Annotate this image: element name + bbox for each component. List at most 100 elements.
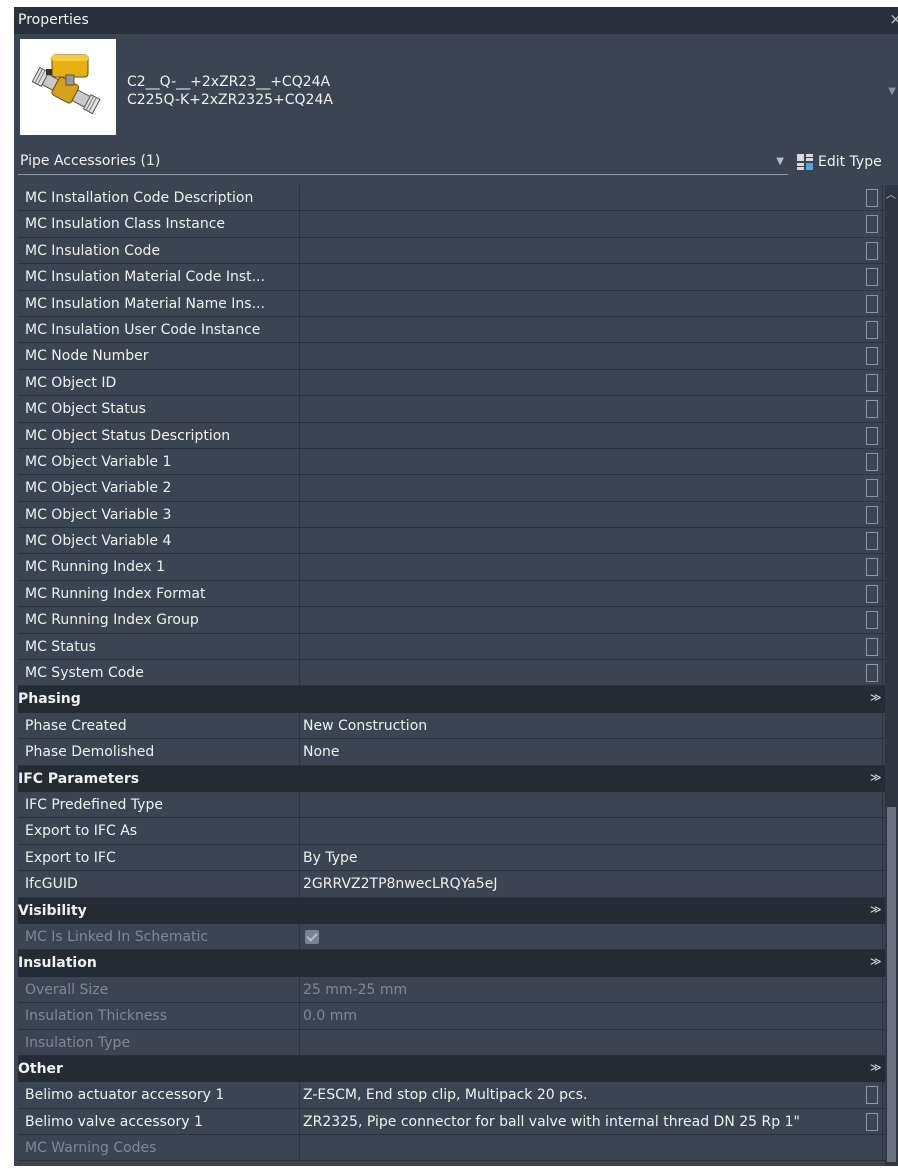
edit-type-button[interactable]: Edit Type	[796, 151, 882, 173]
property-row[interactable]: MC Insulation Material Code Inst...	[18, 264, 898, 291]
property-name: MC Object Status	[18, 396, 300, 422]
group-header-phasing[interactable]: Phasing ≫	[18, 686, 898, 713]
property-value[interactable]	[300, 475, 864, 500]
property-row[interactable]: MC Insulation User Code Instance	[18, 316, 898, 344]
associate-parameter-button[interactable]	[866, 426, 878, 445]
property-value[interactable]	[300, 502, 864, 527]
property-row[interactable]: MC Installation Code Description	[18, 185, 898, 212]
associate-parameter-button[interactable]	[866, 532, 878, 551]
property-value[interactable]	[300, 818, 864, 843]
associate-parameter-button[interactable]	[866, 611, 878, 630]
associate-parameter-button[interactable]	[866, 1112, 878, 1131]
property-row[interactable]: MC Insulation Code	[18, 237, 898, 265]
property-row[interactable]: MC Object Variable 2	[18, 475, 898, 502]
type-selector[interactable]: C2__Q-__+2xZR23__+CQ24A C225Q-K+2xZR2325…	[14, 34, 898, 147]
associate-parameter-button[interactable]	[866, 215, 878, 234]
property-value[interactable]	[300, 660, 864, 685]
associate-parameter-button[interactable]	[866, 584, 878, 603]
property-row[interactable]: Phase Demolished None	[18, 739, 898, 766]
scrollbar-thumb[interactable]	[887, 807, 896, 1162]
property-name: IfcGUID	[18, 871, 300, 897]
property-value[interactable]	[300, 370, 864, 395]
group-header-insulation[interactable]: Insulation ≫	[18, 950, 898, 977]
property-row[interactable]: MC Running Index Group	[18, 607, 898, 634]
property-name: MC Insulation Code	[18, 237, 300, 264]
property-value[interactable]	[300, 449, 864, 474]
associate-parameter-button[interactable]	[866, 241, 878, 260]
property-row[interactable]: MC Node Number	[18, 343, 898, 370]
property-value[interactable]: By Type	[300, 845, 864, 870]
property-name: Phase Demolished	[18, 739, 300, 765]
group-header-other[interactable]: Other ≫	[18, 1055, 898, 1083]
property-row[interactable]: IfcGUID 2GRRVZ2TP8nwecLRQYa5eJ	[18, 871, 898, 898]
property-row[interactable]: MC Insulation Material Name Ins...	[18, 290, 898, 317]
property-row[interactable]: MC Object ID	[18, 369, 898, 397]
property-value[interactable]	[300, 528, 864, 553]
property-value[interactable]	[300, 185, 864, 210]
close-icon[interactable]: ×	[889, 10, 898, 28]
associate-parameter-button[interactable]	[866, 479, 878, 498]
associate-parameter-button[interactable]	[866, 637, 878, 656]
property-value[interactable]: ZR2325, Pipe connector for ball valve wi…	[300, 1109, 864, 1134]
associate-parameter-button[interactable]	[866, 452, 878, 471]
chevron-up-icon[interactable]: ︿	[886, 186, 896, 201]
property-value[interactable]	[300, 291, 864, 316]
property-row[interactable]: Export to IFC By Type	[18, 844, 898, 872]
property-row[interactable]: MC Object Status	[18, 396, 898, 423]
associate-parameter-button[interactable]	[866, 294, 878, 313]
property-value[interactable]	[300, 792, 864, 817]
property-row[interactable]: MC System Code	[18, 660, 898, 687]
collapse-icon[interactable]: ≫	[870, 691, 882, 704]
associate-parameter-button[interactable]	[866, 1086, 878, 1105]
property-value[interactable]	[300, 343, 864, 368]
property-name: Insulation Thickness	[18, 1003, 300, 1029]
property-row[interactable]: MC Object Variable 3	[18, 501, 898, 529]
property-row[interactable]: Export to IFC As	[18, 818, 898, 845]
property-value[interactable]	[300, 238, 864, 263]
property-row[interactable]: Belimo valve accessory 1 ZR2325, Pipe con…	[18, 1108, 898, 1136]
associate-parameter-button[interactable]	[866, 558, 878, 577]
property-value[interactable]	[300, 264, 864, 289]
collapse-icon[interactable]: ≫	[870, 1061, 882, 1074]
associate-parameter-button[interactable]	[866, 189, 878, 207]
property-value[interactable]: New Construction	[300, 713, 864, 738]
property-value[interactable]	[300, 211, 864, 236]
property-row[interactable]: MC Status	[18, 633, 898, 661]
group-header-ifc-parameters[interactable]: IFC Parameters ≫	[18, 765, 898, 792]
property-value[interactable]	[300, 396, 864, 421]
collapse-icon[interactable]: ≫	[870, 771, 882, 784]
associate-parameter-button[interactable]	[866, 320, 878, 339]
category-filter-dropdown[interactable]: Pipe Accessories (1) ▼	[18, 150, 788, 175]
associate-parameter-button[interactable]	[866, 268, 878, 287]
property-value[interactable]	[300, 581, 864, 606]
property-value[interactable]	[300, 317, 864, 342]
property-value[interactable]	[300, 607, 864, 632]
column-divider	[882, 316, 883, 343]
associate-parameter-button[interactable]	[866, 664, 878, 683]
property-row[interactable]: MC Object Variable 1	[18, 448, 898, 476]
collapse-icon[interactable]: ≫	[870, 903, 882, 916]
property-value[interactable]	[300, 634, 864, 659]
property-value[interactable]: Z-ESCM, End stop clip, Multipack 20 pcs.	[300, 1082, 864, 1107]
property-row[interactable]: MC Object Variable 4	[18, 528, 898, 555]
property-row[interactable]: Belimo actuator accessory 1 Z-ESCM, End s…	[18, 1082, 898, 1109]
property-row[interactable]: Phase Created New Construction	[18, 712, 898, 740]
property-name: MC Insulation Material Code Inst...	[18, 264, 300, 290]
group-header-visibility[interactable]: Visibility ≫	[18, 897, 898, 924]
property-value[interactable]	[300, 423, 864, 448]
property-row[interactable]: IFC Predefined Type	[18, 791, 898, 819]
collapse-icon[interactable]: ≫	[870, 955, 882, 968]
property-row[interactable]: MC Insulation Class Instance	[18, 211, 898, 238]
property-row[interactable]: MC Running Index Format	[18, 580, 898, 608]
palette-titlebar[interactable]: Properties ×	[14, 7, 898, 34]
associate-parameter-button[interactable]	[866, 505, 878, 524]
chevron-down-icon[interactable]: ▼	[888, 86, 896, 97]
property-value[interactable]	[300, 554, 864, 579]
property-value[interactable]: None	[300, 739, 864, 764]
associate-parameter-button[interactable]	[866, 347, 878, 366]
property-row[interactable]: MC Running Index 1	[18, 554, 898, 581]
associate-parameter-button[interactable]	[866, 400, 878, 419]
property-row[interactable]: MC Object Status Description	[18, 422, 898, 449]
property-value[interactable]: 2GRRVZ2TP8nwecLRQYa5eJ	[300, 871, 864, 896]
associate-parameter-button[interactable]	[866, 373, 878, 392]
